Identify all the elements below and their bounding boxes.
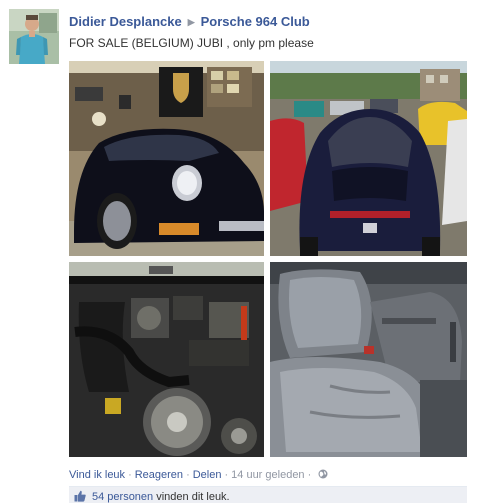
likes-count-link[interactable]: 54 personen <box>92 491 153 503</box>
separator: · <box>186 469 190 481</box>
globe-icon[interactable] <box>318 469 328 479</box>
photo-car-rear-meet[interactable] <box>270 61 467 256</box>
like-link[interactable]: Vind ik leuk <box>69 469 125 481</box>
feed-story: Didier Desplancke ▶ Porsche 964 Club FOR S… <box>0 0 483 503</box>
likes-bar: 54 personen vinden dit leuk. <box>69 486 467 503</box>
author-name-link[interactable]: Didier Desplancke <box>69 14 182 29</box>
share-link[interactable]: Delen <box>193 469 222 481</box>
group-name-link[interactable]: Porsche 964 Club <box>201 14 310 29</box>
separator: · <box>307 469 312 481</box>
comment-link[interactable]: Reageren <box>135 469 183 481</box>
photo-engine-bay[interactable] <box>69 262 264 457</box>
story-actions: Vind ik leuk · Reageren · Delen · 14 uur geled… <box>69 469 328 481</box>
story-header: Didier Desplancke ▶ Porsche 964 Club <box>69 14 310 29</box>
timestamp-link[interactable]: 14 uur geleden <box>231 469 304 481</box>
thumbs-up-icon <box>74 490 86 502</box>
author-avatar[interactable] <box>9 9 59 64</box>
post-message: FOR SALE (BELGIUM) JUBI , only pm please <box>69 36 314 50</box>
likes-suffix: vinden dit leuk. <box>156 491 230 503</box>
separator: · <box>224 469 229 481</box>
photo-leather-interior[interactable] <box>270 262 467 457</box>
triangle-right-icon: ▶ <box>187 17 195 27</box>
photo-car-front-garage[interactable] <box>69 61 264 256</box>
separator: · <box>128 469 132 481</box>
photo-grid <box>69 61 467 457</box>
